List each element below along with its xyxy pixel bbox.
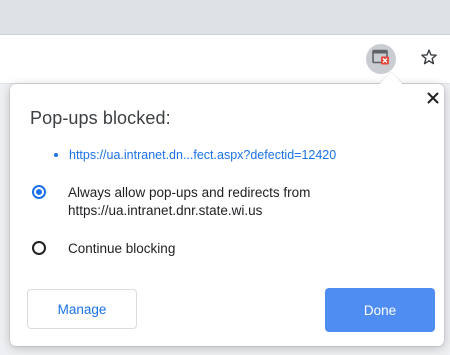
manage-button[interactable]: Manage xyxy=(27,289,137,329)
always-allow-radio[interactable] xyxy=(32,185,46,199)
always-allow-label: Always allow pop-ups and redirects from … xyxy=(68,185,311,218)
blocked-popup-link[interactable]: https://ua.intranet.dn...fect.aspx?defec… xyxy=(69,148,336,162)
close-button[interactable] xyxy=(424,91,442,109)
bullet-icon xyxy=(54,153,58,157)
bookmark-star-button[interactable] xyxy=(414,44,444,74)
popups-blocked-dialog: Pop-ups blocked: https://ua.intranet.dn.… xyxy=(10,72,444,346)
continue-blocking-option[interactable]: Continue blocking xyxy=(32,240,418,258)
blocked-popup-item: https://ua.intranet.dn...fect.aspx?defec… xyxy=(54,148,336,162)
dialog-title: Pop-ups blocked: xyxy=(30,108,171,128)
done-button[interactable]: Done xyxy=(325,288,435,332)
star-icon xyxy=(420,48,438,71)
tab-strip xyxy=(0,0,450,35)
popup-blocked-icon xyxy=(372,49,390,70)
browser-window: Pop-ups blocked: https://ua.intranet.dn.… xyxy=(0,0,450,355)
continue-blocking-radio[interactable] xyxy=(32,241,46,255)
popup-blocked-indicator-button[interactable] xyxy=(366,44,396,74)
close-icon xyxy=(427,91,439,109)
always-allow-option[interactable]: Always allow pop-ups and redirects from … xyxy=(32,184,418,220)
browser-toolbar xyxy=(0,35,450,84)
continue-blocking-label: Continue blocking xyxy=(68,241,176,256)
